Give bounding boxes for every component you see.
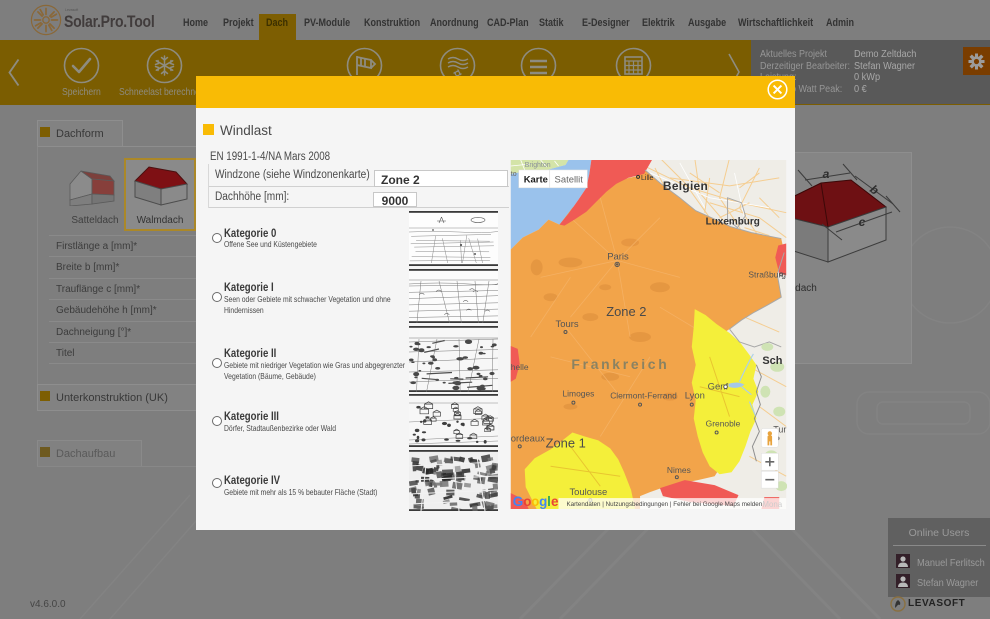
svg-text:ordeaux: ordeaux [511,433,545,444]
svg-text:to: to [511,171,517,178]
svg-text:Satellit: Satellit [555,174,584,185]
svg-text:Karte: Karte [524,174,548,185]
svg-text:Kartendaten | Nutzungsbeding: Kartendaten | Nutzungsbedingungen | Fehl… [566,501,762,508]
svg-text:Limoges: Limoges [562,389,594,399]
svg-text:helle: helle [511,362,529,372]
svg-text:o: o [531,494,539,509]
svg-text:Frankreich: Frankreich [571,356,669,372]
svg-text:G: G [513,494,523,509]
svg-text:c: c [859,215,866,229]
svg-text:Luxemburg: Luxemburg [706,217,760,228]
svg-text:Belgien: Belgien [663,179,708,193]
svg-text:Lille: Lille [641,175,654,182]
svg-text:Grenoble: Grenoble [706,418,741,428]
svg-text:Sch: Sch [762,355,782,367]
svg-text:Nimes: Nimes [667,465,691,475]
svg-text:Zone 1: Zone 1 [546,435,586,450]
svg-text:Clermont-Ferrand: Clermont-Ferrand [610,391,677,401]
svg-text:Zone 2: Zone 2 [606,304,646,319]
svg-text:Brighton: Brighton [525,162,551,169]
svg-text:Lyon: Lyon [685,391,705,402]
svg-text:Paris: Paris [607,251,629,262]
svg-text:Toulouse: Toulouse [569,487,607,498]
svg-text:Straßburg: Straßburg [748,269,786,279]
svg-text:a: a [823,167,830,181]
svg-text:g: g [539,494,547,509]
svg-text:e: e [551,494,558,509]
svg-text:Tours: Tours [556,319,579,330]
